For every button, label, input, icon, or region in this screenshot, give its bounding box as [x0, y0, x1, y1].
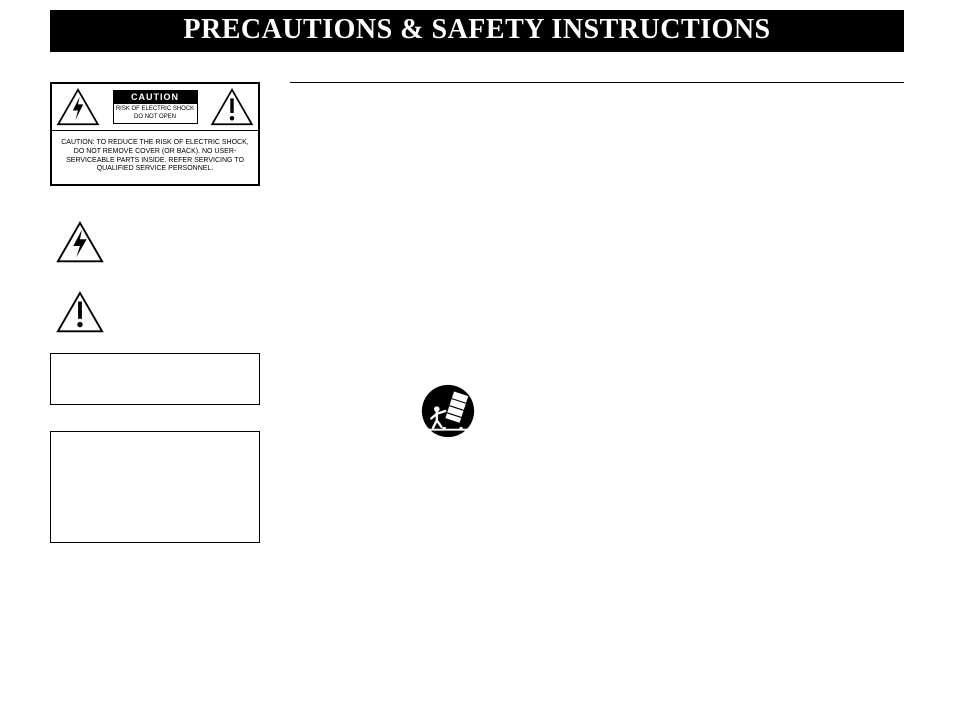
right-column	[260, 82, 904, 543]
caution-header: CAUTION	[113, 90, 198, 104]
page-title: PRECAUTIONS & SAFETY INSTRUCTIONS	[50, 10, 904, 52]
caution-body-text: CAUTION: TO REDUCE THE RISK OF ELECTRIC …	[52, 131, 258, 184]
empty-box-1	[50, 353, 260, 405]
caution-sub-line1: RISK OF ELECTRIC SHOCK	[116, 106, 195, 113]
caution-sublabel: RISK OF ELECTRIC SHOCK DO NOT OPEN	[113, 104, 198, 123]
caution-sub-line2: DO NOT OPEN	[116, 114, 195, 121]
tipping-cart-icon	[420, 383, 476, 439]
lightning-triangle-icon	[56, 221, 104, 263]
lightning-triangle-icon	[56, 88, 100, 126]
empty-box-2	[50, 431, 260, 543]
exclamation-triangle-icon	[56, 291, 104, 333]
horizontal-rule	[290, 82, 904, 83]
exclamation-triangle-icon	[210, 88, 254, 126]
caution-label-block: CAUTION RISK OF ELECTRIC SHOCK DO NOT OP…	[113, 90, 198, 123]
caution-box: CAUTION RISK OF ELECTRIC SHOCK DO NOT OP…	[50, 82, 260, 186]
caution-top-row: CAUTION RISK OF ELECTRIC SHOCK DO NOT OP…	[52, 84, 258, 131]
content-area: CAUTION RISK OF ELECTRIC SHOCK DO NOT OP…	[50, 82, 904, 543]
left-column: CAUTION RISK OF ELECTRIC SHOCK DO NOT OP…	[50, 82, 260, 543]
